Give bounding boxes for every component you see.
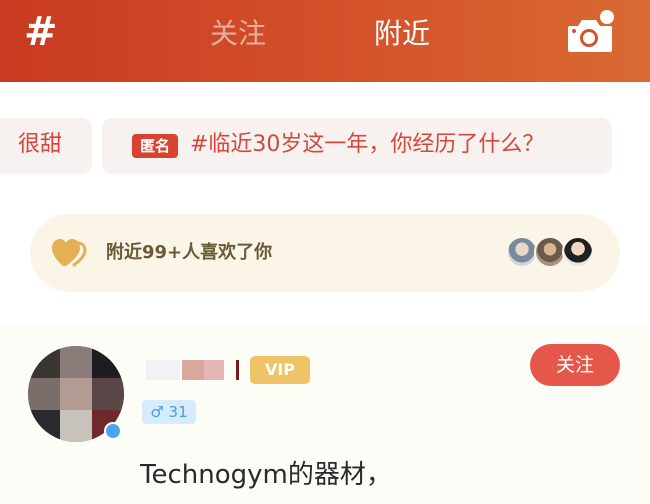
follow-button[interactable]: 关注 [530, 344, 620, 386]
top-header: # 关注 附近 [0, 0, 650, 82]
avatar [562, 236, 594, 268]
topic-chips: 很甜 匿名 #临近30岁这一年，你经历了什么？ [0, 118, 650, 174]
tab-follow[interactable]: 关注 [210, 14, 266, 54]
topic-chip-partial[interactable]: 很甜 [0, 118, 92, 174]
anonymous-badge: 匿名 [132, 134, 179, 158]
gender-age-badge: ♂ 31 [142, 400, 196, 424]
post-card[interactable]: VIP ♂ 31 关注 Technogym的器材， [0, 326, 650, 504]
topic-chip-main-label: #临近30岁这一年，你经历了什么？ [190, 132, 545, 157]
vip-badge: VIP [250, 356, 310, 384]
post-content: Technogym的器材， [140, 460, 392, 490]
nearby-likes-banner[interactable]: 附近99+人喜欢了你 [30, 214, 620, 292]
notification-dot [600, 10, 614, 24]
hearts-icon [52, 239, 87, 267]
likes-text: 附近99+人喜欢了你 [106, 242, 273, 263]
topic-hash-icon[interactable]: # [24, 10, 68, 54]
topic-chip-partial-label: 很甜 [18, 132, 63, 157]
username-obscured [146, 356, 242, 382]
verified-icon [104, 422, 122, 440]
topic-chip-main[interactable]: 匿名 #临近30岁这一年，你经历了什么？ [102, 118, 612, 174]
tab-nearby[interactable]: 附近 [374, 14, 430, 54]
